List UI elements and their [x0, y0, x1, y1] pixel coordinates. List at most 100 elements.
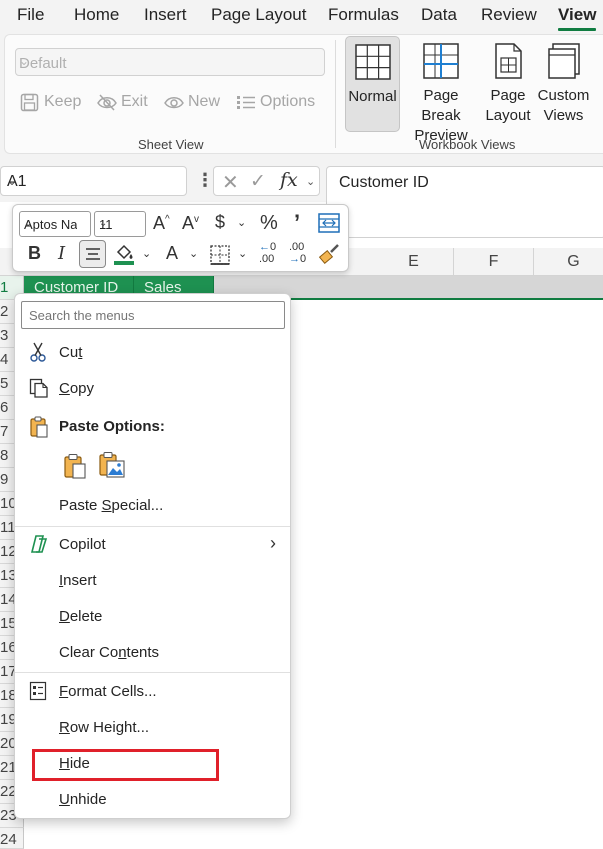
menu-separator — [15, 672, 290, 673]
page-layout-icon — [495, 43, 522, 79]
menu-item-clear-contents[interactable]: Clear Contents — [15, 635, 290, 671]
menu-item-label: Copilot — [59, 536, 106, 553]
italic-button[interactable]: I — [58, 243, 65, 264]
eye-off-icon — [97, 94, 117, 111]
cancel-icon[interactable]: ✕ — [222, 170, 239, 195]
row-header-24[interactable]: 24 — [0, 828, 24, 849]
save-icon — [20, 93, 39, 112]
comma-style-icon[interactable]: ’ — [294, 210, 300, 236]
custom-views-icon — [547, 43, 580, 79]
eye-add-icon — [164, 97, 184, 109]
chevron-down-icon: ⌄ — [24, 218, 33, 229]
menu-item-format-cells[interactable]: Format Cells... — [15, 674, 290, 710]
chevron-down-icon: ⌄ — [99, 218, 108, 229]
tab-review[interactable]: Review — [481, 5, 537, 25]
increase-font-size-icon[interactable]: A^ — [153, 213, 170, 234]
menu-item-paste-special[interactable]: Paste Special... — [15, 488, 290, 524]
page-layout-label-2: Layout — [485, 107, 531, 124]
ribbon-divider — [335, 40, 336, 148]
align-center-icon — [86, 248, 100, 260]
wrap-text-icon[interactable] — [318, 213, 340, 233]
format-painter-icon[interactable] — [319, 243, 341, 265]
page-layout-label-1: Page — [490, 87, 526, 104]
list-icon — [237, 96, 255, 109]
decrease-font-size-icon[interactable]: Av — [182, 213, 199, 234]
menu-item-cut[interactable]: Cut — [15, 335, 290, 371]
tab-view[interactable]: View — [558, 5, 596, 25]
column-header-f[interactable]: F — [454, 248, 534, 276]
tab-home[interactable]: Home — [74, 5, 119, 25]
copy-icon — [29, 378, 48, 398]
chevron-down-icon[interactable]: ⌄ — [142, 247, 151, 260]
menu-search-input[interactable] — [22, 302, 284, 328]
formula-input[interactable]: Customer ID — [326, 166, 603, 238]
menu-item-copy[interactable]: Copy — [15, 371, 290, 407]
keep-label: Keep — [44, 93, 82, 110]
font-size-select[interactable]: 11 ⌄ — [94, 211, 146, 237]
currency-format-icon[interactable]: $ — [215, 212, 225, 233]
increase-decimal-icon[interactable]: ←0.00 — [259, 241, 276, 265]
clipboard-icon — [30, 416, 48, 438]
menu-item-label: Cut — [59, 344, 83, 361]
tab-page-layout[interactable]: Page Layout — [211, 5, 306, 25]
tab-file[interactable]: File — [17, 5, 44, 25]
hide-highlight-box — [32, 749, 219, 781]
chevron-down-icon[interactable]: ⌄ — [237, 216, 246, 229]
scissors-icon — [30, 342, 46, 362]
column-header-e[interactable]: E — [374, 248, 454, 276]
tab-insert[interactable]: Insert — [144, 5, 187, 25]
context-menu: Cut Copy Paste Options: Paste Special... — [14, 293, 291, 819]
new-button[interactable]: New — [164, 92, 226, 114]
center-align-button[interactable] — [79, 240, 106, 268]
borders-icon[interactable] — [210, 245, 230, 265]
normal-view-icon — [354, 44, 391, 80]
name-box[interactable]: A1 ⌄ — [0, 166, 187, 196]
menu-item-label: Copy — [59, 380, 95, 397]
paste-picture-icon[interactable] — [98, 451, 126, 479]
exit-button[interactable]: Exit — [97, 92, 157, 114]
chevron-down-icon: ⌄ — [7, 174, 18, 188]
chevron-down-icon[interactable]: ⌄ — [189, 247, 198, 260]
custom-views-button[interactable]: Custom Views — [536, 36, 591, 132]
paste-icon[interactable] — [62, 453, 88, 479]
exit-label: Exit — [121, 93, 148, 110]
font-name-select[interactable]: Aptos Na ⌄ — [19, 211, 91, 237]
menu-item-unhide[interactable]: Unhide — [15, 782, 290, 818]
menu-item-copilot[interactable]: Copilot › — [15, 527, 290, 563]
new-label: New — [188, 93, 221, 110]
custom-views-label-2: Views — [543, 107, 584, 124]
normal-view-button[interactable]: Normal — [345, 36, 400, 132]
keep-button[interactable]: Keep — [20, 92, 90, 114]
sheet-view-select[interactable]: Default ⌄ — [15, 48, 325, 76]
bold-button[interactable]: B — [28, 243, 41, 264]
menu-search-box[interactable] — [21, 301, 285, 329]
fill-color-icon[interactable] — [114, 242, 136, 266]
chevron-down-icon[interactable]: ⌄ — [306, 175, 315, 188]
decrease-decimal-icon[interactable]: .00 →0 — [289, 241, 306, 265]
workbook-views-group-label: Workbook Views — [419, 137, 516, 152]
menu-item-delete[interactable]: Delete — [15, 599, 290, 635]
tab-formulas[interactable]: Formulas — [328, 5, 399, 25]
formula-controls: ✕ ✓ fx ⌄ — [213, 166, 320, 196]
page-layout-button[interactable]: Page Layout — [483, 36, 533, 132]
chevron-down-icon[interactable]: ⌄ — [238, 247, 247, 260]
percent-style-icon[interactable]: % — [260, 212, 278, 235]
page-break-label-1: Page Break — [421, 87, 461, 124]
menu-item-label: Format Cells... — [59, 683, 157, 700]
check-icon[interactable]: ✓ — [250, 170, 266, 193]
options-button[interactable]: Options — [236, 92, 318, 114]
column-header-g[interactable]: G — [534, 248, 603, 276]
insert-function-icon[interactable]: fx — [280, 169, 298, 191]
custom-views-label-1: Custom — [537, 87, 590, 104]
chevron-right-icon: › — [270, 533, 276, 553]
menu-item-label: Insert — [59, 572, 97, 589]
menu-bar: File Home Insert Page Layout Formulas Da… — [0, 0, 603, 32]
font-color-icon[interactable]: A — [166, 243, 178, 264]
menu-item-insert[interactable]: Insert — [15, 563, 290, 599]
menu-item-label: Paste Special... — [59, 497, 164, 514]
page-break-preview-button[interactable]: Page Break Preview — [403, 36, 479, 144]
menu-item-row-height[interactable]: Row Height... — [15, 710, 290, 746]
more-options-icon[interactable]: ⋮ — [196, 170, 214, 191]
menu-item-label: Delete — [59, 608, 103, 625]
tab-data[interactable]: Data — [421, 5, 457, 25]
